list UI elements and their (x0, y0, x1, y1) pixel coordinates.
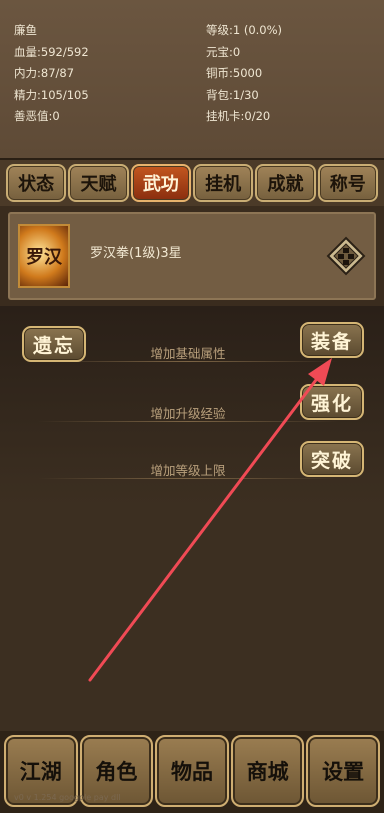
tab-talent[interactable]: 天赋 (68, 164, 129, 202)
category-tabs: 状态 天赋 武功 挂机 成就 称号 (0, 160, 384, 206)
player-ingot: 元宝:0 (206, 44, 241, 59)
tab-titles[interactable]: 称号 (317, 164, 378, 202)
diamond-menu-icon[interactable] (326, 236, 366, 276)
tab-martial-arts[interactable]: 武功 (130, 164, 191, 202)
effect-label-base: 增加基础属性 (150, 345, 226, 361)
player-afk-card: 挂机卡:0/20 (206, 109, 271, 123)
player-level: 等级:1 (0.0%) (206, 23, 283, 37)
player-copper: 铜币:5000 (206, 66, 263, 80)
effect-row-level-cap: 增加等级上限 (38, 459, 338, 479)
player-karma: 善恶值:0 (14, 109, 60, 123)
nav-shop[interactable]: 商城 (230, 735, 305, 807)
nav-items[interactable]: 物品 (155, 735, 229, 807)
tab-status[interactable]: 状态 (6, 164, 67, 202)
player-bag: 背包:1/30 (206, 87, 259, 102)
forget-button[interactable]: 遗忘 (22, 326, 86, 362)
tab-achievements[interactable]: 成就 (255, 164, 316, 202)
player-stats-panel: 廉鱼 血量:592/592 内力:87/87 精力:105/105 善恶值:0 … (0, 0, 384, 160)
nav-settings[interactable]: 设置 (306, 735, 380, 807)
stats-right-column: 等级:1 (0.0%) 元宝:0 铜币:5000 背包:1/30 挂机卡:0/2… (206, 20, 282, 128)
effect-label-cap: 增加等级上限 (150, 462, 226, 478)
skill-card[interactable]: 罗汉 罗汉拳(1级)3星 (8, 212, 376, 300)
player-hp: 血量:592/592 (14, 44, 89, 59)
version-text: v0 v 1.254 googple pay dll (14, 793, 121, 802)
enhance-button[interactable]: 强化 (300, 384, 364, 420)
effect-label-exp: 增加升级经验 (150, 405, 226, 421)
player-stamina: 精力:105/105 (14, 87, 89, 102)
breakthrough-button[interactable]: 突破 (300, 441, 364, 477)
equip-button[interactable]: 装备 (300, 322, 364, 358)
skill-name: 罗汉拳(1级)3星 (90, 246, 182, 261)
skill-icon: 罗汉 (18, 224, 70, 288)
effect-row-level-exp: 增加升级经验 (38, 402, 338, 422)
stats-left-column: 廉鱼 血量:592/592 内力:87/87 精力:105/105 善恶值:0 (14, 20, 89, 128)
player-mp: 内力:87/87 (14, 66, 75, 80)
player-name: 廉鱼 (14, 23, 37, 37)
tab-afk[interactable]: 挂机 (192, 164, 254, 202)
